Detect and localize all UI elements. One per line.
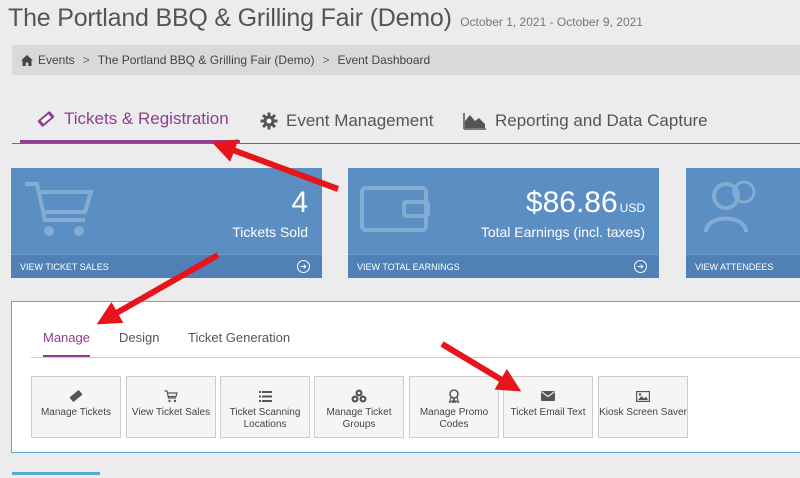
tab-label: Event Management [286, 110, 434, 130]
view-attendees-link[interactable]: VIEW ATTENDEES [686, 254, 800, 278]
tickets-sold-card[interactable]: 4 Tickets Sold VIEW TICKET SALES ➜ [11, 168, 322, 278]
breadcrumb-separator: > [82, 53, 90, 67]
tab-reporting-data-capture[interactable]: Reporting and Data Capture [463, 98, 708, 143]
card-footer-label: VIEW TOTAL EARNINGS [357, 261, 460, 272]
image-icon [636, 389, 650, 403]
total-earnings-label: Total Earnings (incl. taxes) [480, 224, 645, 240]
envelope-icon [541, 389, 555, 403]
card-footer-label: VIEW TICKET SALES [20, 261, 109, 272]
tile-label: Manage Promo Codes [419, 407, 489, 430]
breadcrumb: Events > The Portland BBQ & Grilling Fai… [12, 45, 800, 75]
ticket-scanning-locations-tile[interactable]: Ticket Scanning Locations [220, 376, 310, 438]
page-header: The Portland BBQ & Grilling Fair (Demo) … [8, 4, 643, 33]
tile-label: View Ticket Sales [131, 407, 211, 418]
tab-label: Tickets & Registration [64, 109, 229, 128]
tickets-sold-value: 4 [291, 186, 308, 219]
card-footer-label: VIEW ATTENDEES [695, 261, 774, 272]
kiosk-screen-saver-tile[interactable]: Kiosk Screen Saver [598, 376, 688, 438]
total-earnings-card[interactable]: $86.86 USD Total Earnings (incl. taxes) V… [348, 168, 659, 278]
arrow-right-circle-icon: ➜ [297, 260, 310, 273]
tile-label: Ticket Email Text [510, 407, 586, 418]
subtab-ticket-generation[interactable]: Ticket Generation [188, 330, 290, 355]
users-icon [702, 176, 764, 243]
breadcrumb-events-link[interactable]: Events [38, 53, 75, 67]
tile-label: Ticket Scanning Locations [229, 407, 301, 430]
area-chart-icon [463, 112, 487, 130]
subtab-manage[interactable]: Manage [43, 330, 90, 357]
view-ticket-sales-link[interactable]: VIEW TICKET SALES ➜ [11, 254, 322, 278]
manage-ticket-groups-tile[interactable]: Manage Ticket Groups [314, 376, 404, 438]
tickets-sold-label: Tickets Sold [232, 224, 308, 240]
earnings-currency: USD [619, 201, 645, 215]
ticket-email-text-tile[interactable]: Ticket Email Text [503, 376, 593, 438]
tab-event-management[interactable]: Event Management [260, 98, 433, 143]
cart-icon [23, 178, 95, 245]
manage-tickets-tile[interactable]: Manage Tickets [31, 376, 121, 438]
section-indicator [12, 472, 100, 475]
view-ticket-sales-tile[interactable]: View Ticket Sales [126, 376, 216, 438]
certificate-icon [448, 389, 460, 403]
manage-promo-codes-tile[interactable]: Manage Promo Codes [409, 376, 499, 438]
sub-tabs: Manage Design Ticket Generation [31, 320, 800, 358]
list-icon [258, 389, 272, 403]
event-title: The Portland BBQ & Grilling Fair (Demo) [8, 4, 452, 32]
cart-icon [164, 389, 178, 403]
breadcrumb-separator: > [322, 53, 330, 67]
gear-icon [260, 112, 278, 130]
cubes-icon [351, 389, 367, 403]
ticket-icon [69, 389, 83, 403]
ticket-icon [36, 110, 56, 128]
view-total-earnings-link[interactable]: VIEW TOTAL EARNINGS ➜ [348, 254, 659, 278]
total-earnings-value: $86.86 USD [526, 186, 645, 220]
tab-label: Reporting and Data Capture [495, 110, 708, 130]
tab-tickets-registration[interactable]: Tickets & Registration [20, 98, 240, 143]
breadcrumb-current: Event Dashboard [337, 53, 431, 67]
main-tabs: Tickets & Registration Event Management … [12, 98, 800, 144]
subtab-design[interactable]: Design [119, 330, 159, 355]
arrow-right-circle-icon: ➜ [634, 260, 647, 273]
breadcrumb-event-link[interactable]: The Portland BBQ & Grilling Fair (Demo) [98, 53, 315, 67]
tile-label: Manage Tickets [40, 407, 112, 418]
event-dates: October 1, 2021 - October 9, 2021 [460, 15, 643, 29]
attendees-card[interactable]: VIEW ATTENDEES [686, 168, 800, 278]
manage-panel: Manage Design Ticket Generation Manage T… [11, 301, 800, 453]
earnings-amount: $86.86 [525, 186, 618, 219]
tile-label: Kiosk Screen Saver [599, 407, 687, 418]
tile-label: Manage Ticket Groups [326, 407, 392, 430]
wallet-icon [360, 182, 432, 239]
home-icon [21, 54, 33, 66]
